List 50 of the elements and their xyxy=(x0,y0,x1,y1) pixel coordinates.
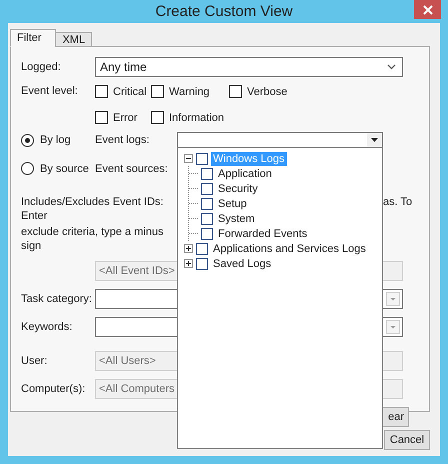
checkbox-label: Verbose xyxy=(247,86,288,98)
checkbox[interactable] xyxy=(151,111,164,124)
checkbox[interactable] xyxy=(201,168,213,180)
radio-label: By log xyxy=(40,134,71,146)
checkbox-label: Information xyxy=(169,112,224,124)
form-label: Task category: xyxy=(21,293,93,305)
plus-box-icon[interactable] xyxy=(184,244,193,253)
tree-item-label[interactable]: Forwarded Events xyxy=(216,226,310,240)
checkbox[interactable] xyxy=(201,198,213,210)
dropdown[interactable]: Any time xyxy=(95,57,403,77)
checkbox[interactable] xyxy=(201,212,213,224)
close-button[interactable] xyxy=(414,0,441,19)
chevron-down-icon xyxy=(387,64,396,70)
form-label: Logged: xyxy=(21,61,62,73)
form-label: Computer(s): xyxy=(21,383,86,395)
tree-item-label[interactable]: Saved Logs xyxy=(211,256,274,270)
close-icon xyxy=(422,4,432,14)
plus-box-icon[interactable] xyxy=(184,259,193,268)
radio-button[interactable] xyxy=(21,162,34,175)
tab[interactable]: Filter xyxy=(10,29,56,47)
radio-label: By source xyxy=(40,162,89,174)
tree-item-label[interactable]: Setup xyxy=(216,196,249,210)
checkbox-label: Warning xyxy=(169,86,210,98)
checkbox[interactable] xyxy=(201,182,213,194)
cancel-button[interactable]: Cancel xyxy=(384,430,430,450)
checkbox[interactable] xyxy=(196,242,208,254)
hint-text: exclude criteria, type a minus sign xyxy=(21,225,164,253)
checkbox[interactable] xyxy=(196,258,208,270)
minus-box-icon[interactable] xyxy=(184,154,193,163)
checkbox[interactable] xyxy=(95,85,108,98)
form-label: Event sources: xyxy=(95,162,169,174)
window-title: Create Custom View xyxy=(155,2,293,22)
hint-text: as. To xyxy=(383,195,414,209)
checkbox[interactable] xyxy=(229,85,242,98)
checkbox-label: Critical xyxy=(113,86,147,98)
form-label: User: xyxy=(21,355,48,367)
checkbox-label: Error xyxy=(113,112,138,124)
form-label: Event level: xyxy=(21,85,79,97)
tree-item-label[interactable]: System xyxy=(216,212,257,226)
tree-item-label[interactable]: Application xyxy=(216,166,274,180)
checkbox[interactable] xyxy=(196,152,208,164)
checkbox[interactable] xyxy=(201,228,213,240)
checkbox[interactable] xyxy=(95,111,108,124)
radio-button[interactable] xyxy=(21,134,34,146)
tree-item-label[interactable]: Applications and Services Logs xyxy=(211,242,368,256)
checkbox[interactable] xyxy=(151,85,164,98)
form-label: Event logs: xyxy=(95,134,150,146)
tab[interactable]: XML xyxy=(55,32,92,47)
form-label: Keywords: xyxy=(21,321,74,333)
tree-item-label[interactable]: Security xyxy=(216,182,260,196)
